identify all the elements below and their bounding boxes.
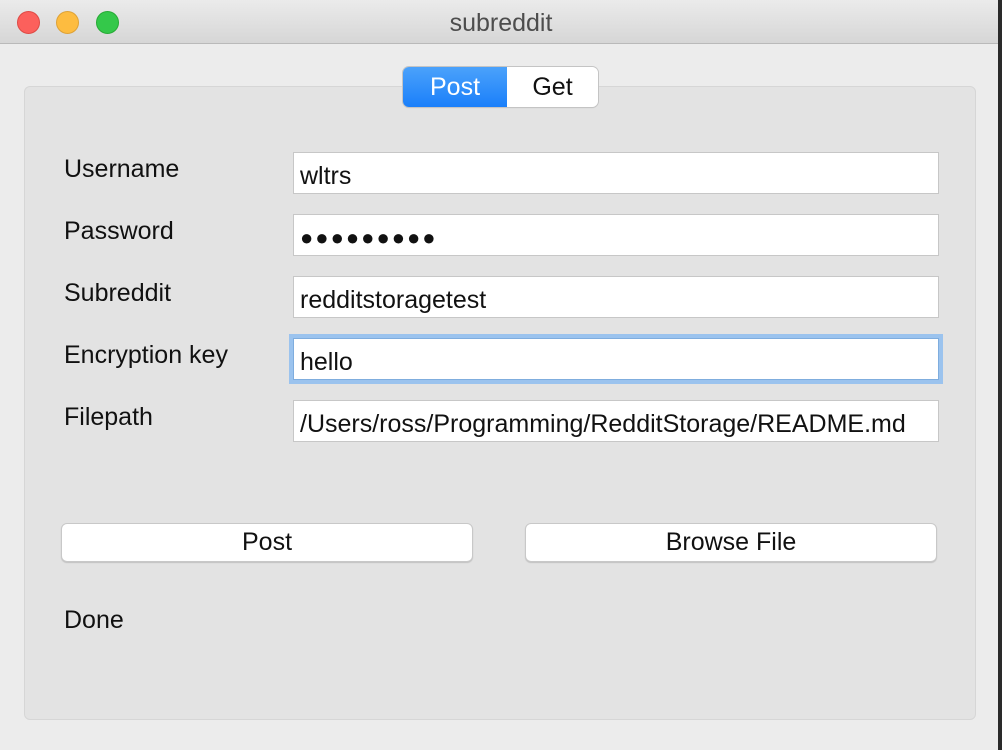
encryption-key-label: Encryption key xyxy=(64,341,228,369)
title-bar[interactable]: subreddit xyxy=(0,0,1002,44)
password-field[interactable]: ●●●●●●●●● xyxy=(293,214,939,256)
post-button[interactable]: Post xyxy=(61,523,473,562)
tab-get[interactable]: Get xyxy=(507,67,598,107)
tab-bar: Post Get xyxy=(403,67,598,107)
username-label: Username xyxy=(64,155,180,183)
username-field[interactable]: wltrs xyxy=(293,152,939,194)
window-edge xyxy=(998,0,1002,750)
filepath-label: Filepath xyxy=(64,403,153,431)
password-label: Password xyxy=(64,217,174,245)
tab-post[interactable]: Post xyxy=(403,67,507,107)
filepath-field[interactable]: /Users/ross/Programming/RedditStorage/RE… xyxy=(293,400,939,442)
subreddit-field[interactable]: redditstoragetest xyxy=(293,276,939,318)
encryption-key-field[interactable]: hello xyxy=(293,338,939,380)
window-title: subreddit xyxy=(449,9,553,37)
status-text: Done xyxy=(64,606,124,634)
subreddit-label: Subreddit xyxy=(64,279,172,307)
browse-file-button[interactable]: Browse File xyxy=(525,523,937,562)
